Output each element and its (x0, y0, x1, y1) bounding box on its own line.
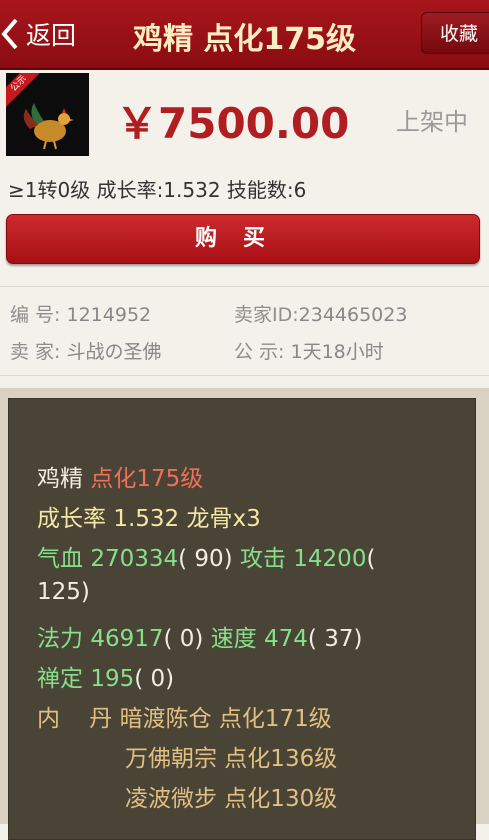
pet-level: 点化175级 (90, 466, 204, 492)
pet-name: 鸡精 (37, 466, 83, 492)
seller-label: 卖 家: (10, 341, 61, 363)
mp-extra: ( 0) (163, 626, 204, 652)
listing-status: 上架中 (396, 108, 468, 136)
favorite-button[interactable]: 收藏 (421, 12, 489, 54)
mp-label: 法力 (37, 626, 83, 652)
notice-value: 1天18小时 (290, 341, 384, 363)
pet-detail-panel: 鸡精 点化175级 成长率 1.532 龙骨x3 气血 270334( 90) … (8, 398, 476, 840)
item-summary: 公示 ￥7500.00 上架中 ≥1转0级 成长率:1.532 技能数:6 购买 (0, 70, 489, 270)
buy-button[interactable]: 购买 (6, 214, 480, 264)
atk-extra-open: ( (366, 546, 376, 572)
growth-label: 成长率 (37, 506, 106, 532)
neidan-item: 暗渡陈仓 点化171级 (119, 706, 332, 732)
spd-extra: ( 37) (307, 626, 363, 652)
neidan-item: 万佛朝宗 点化136级 (125, 746, 338, 772)
mp-spd-line: 法力 46917( 0) 速度 474( 37) (37, 619, 362, 653)
neidan-label: 内 丹 (37, 706, 113, 732)
atk-value: 14200 (293, 546, 367, 572)
divider (0, 375, 489, 376)
neidan-line: 万佛朝宗 点化136级 (125, 739, 337, 773)
hp-atk-line: 气血 270334( 90) 攻击 14200( (37, 539, 375, 573)
chan-value: 195 (90, 666, 135, 692)
seller-id-value: 234465023 (298, 304, 408, 326)
chan-extra: ( 0) (134, 666, 175, 692)
item-id-value: 1214952 (66, 304, 152, 326)
atk-extra-line: 125) (37, 579, 90, 605)
item-price: ￥7500.00 (116, 99, 350, 148)
top-bar: 返回 鸡精 点化175级 收藏 (0, 0, 489, 70)
item-thumbnail[interactable]: 公示 (6, 73, 89, 156)
hp-extra: ( 90) (178, 546, 233, 572)
item-id-label: 编 号: (10, 304, 61, 326)
growth-line: 成长率 1.532 龙骨x3 (37, 499, 261, 533)
spd-value: 474 (264, 626, 308, 652)
seller-id-label: 卖家ID: (234, 304, 299, 326)
page-title: 鸡精 点化175级 (132, 22, 357, 57)
notice-period: 公 示: 1天18小时 (234, 337, 384, 364)
back-label: 返回 (26, 21, 77, 50)
spd-label: 速度 (210, 626, 257, 652)
seller-name[interactable]: 斗战の圣佛 (67, 341, 162, 363)
item-attributes: ≥1转0级 成长率:1.532 技能数:6 (8, 178, 307, 202)
mp-value: 46917 (90, 626, 164, 652)
back-button[interactable]: 返回 (0, 14, 76, 54)
hp-label: 气血 (37, 546, 83, 572)
notice-label: 公 示: (234, 341, 285, 363)
atk-extra: 125) (37, 579, 90, 605)
neidan-line: 内 丹 暗渡陈仓 点化171级 (37, 699, 332, 733)
listing-info: 编 号: 1214952 卖家ID:234465023 卖 家: 斗战の圣佛 公… (0, 287, 489, 375)
neidan-line: 凌波微步 点化130级 (125, 779, 337, 813)
chan-line: 禅定 195( 0) (37, 659, 174, 693)
chan-label: 禅定 (37, 666, 83, 692)
atk-label: 攻击 (239, 546, 286, 572)
seller-id: 卖家ID:234465023 (234, 300, 407, 327)
seller: 卖 家: 斗战の圣佛 (10, 337, 162, 364)
growth-value: 1.532 龙骨x3 (113, 506, 261, 532)
neidan-item: 凌波微步 点化130级 (125, 786, 338, 812)
pet-name-line: 鸡精 点化175级 (37, 459, 203, 493)
item-id: 编 号: 1214952 (10, 300, 151, 327)
hp-value: 270334 (90, 546, 179, 572)
